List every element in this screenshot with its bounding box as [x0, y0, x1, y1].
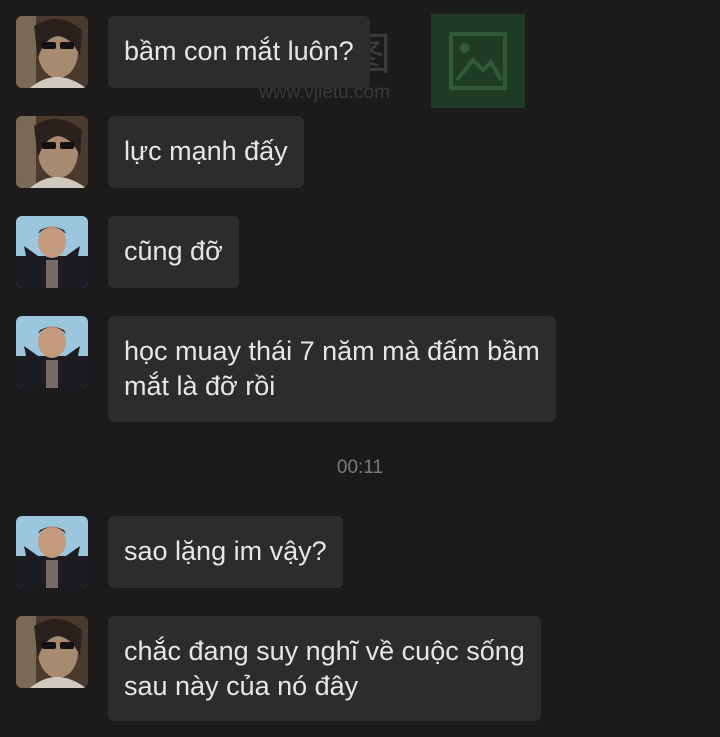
avatar[interactable]	[16, 216, 88, 288]
watermark-logo-icon	[431, 14, 525, 108]
message-bubble[interactable]: cũng đỡ	[108, 216, 239, 288]
timestamp: 00:11	[336, 457, 384, 478]
avatar[interactable]	[16, 16, 88, 88]
message-bubble[interactable]: học muay thái 7 năm mà đấm bầm mắt là đỡ…	[108, 316, 556, 422]
avatar[interactable]	[16, 616, 88, 688]
avatar[interactable]	[16, 516, 88, 588]
avatar[interactable]	[16, 316, 88, 388]
message-bubble[interactable]: sao lặng im vậy?	[108, 516, 343, 588]
message-bubble[interactable]: bầm con mắt luôn?	[108, 16, 370, 88]
avatar[interactable]	[16, 116, 88, 188]
message-bubble[interactable]: lực mạnh đấy	[108, 116, 304, 188]
message-bubble[interactable]: chắc đang suy nghĩ về cuộc sống sau này …	[108, 616, 541, 721]
